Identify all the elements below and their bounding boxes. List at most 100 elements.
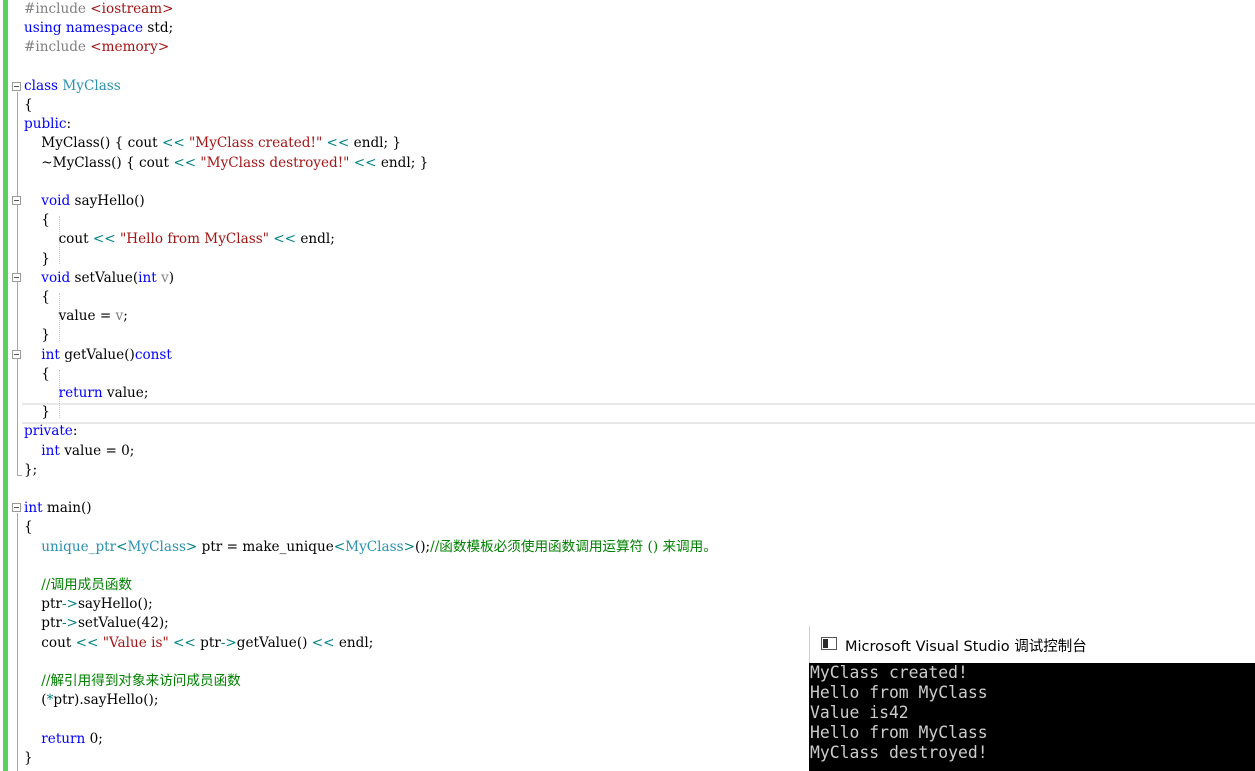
code-token: //函数模板必须使用函数调用运算符 () 来调用。 bbox=[430, 539, 717, 555]
code-line[interactable]: int getValue()const bbox=[24, 346, 172, 365]
code-token: ptr = make_unique bbox=[197, 539, 334, 555]
code-token: -> bbox=[61, 615, 78, 631]
console-titlebar[interactable]: Microsoft Visual Studio 调试控制台 bbox=[809, 626, 1255, 663]
code-token: ~MyClass() { cout bbox=[24, 155, 174, 171]
code-line[interactable]: using namespace std; bbox=[24, 19, 173, 38]
code-line[interactable]: //解引用得到对象来访问成员函数 bbox=[24, 672, 241, 691]
code-line[interactable]: { bbox=[24, 288, 50, 307]
code-line[interactable]: }; bbox=[24, 461, 37, 480]
code-token: value = bbox=[24, 308, 116, 324]
code-token: cout bbox=[24, 635, 76, 651]
code-token: ( bbox=[24, 692, 47, 708]
code-token: sayHello() bbox=[70, 193, 145, 209]
code-token: ) bbox=[168, 270, 175, 286]
code-line[interactable]: } bbox=[24, 403, 50, 422]
fold-toggle-main-icon[interactable] bbox=[12, 503, 21, 512]
code-token: value = 0; bbox=[59, 443, 135, 459]
code-token: ; bbox=[123, 308, 128, 324]
code-line[interactable]: return 0; bbox=[24, 730, 103, 749]
code-line[interactable]: cout << "Hello from MyClass" << endl; bbox=[24, 230, 335, 249]
code-line[interactable]: { bbox=[24, 211, 50, 230]
code-token: getValue() bbox=[236, 635, 312, 651]
code-token: { bbox=[24, 519, 33, 535]
fold-toggle-getvalue-icon[interactable] bbox=[12, 350, 21, 359]
code-token: MyClass bbox=[127, 539, 186, 555]
fold-toggle-setvalue-icon[interactable] bbox=[12, 273, 21, 282]
code-token: return bbox=[58, 385, 103, 401]
code-token: sayHello(); bbox=[77, 596, 153, 612]
code-token: return bbox=[41, 731, 86, 747]
code-token: private bbox=[24, 423, 73, 439]
code-line[interactable]: int main() bbox=[24, 499, 92, 518]
code-token: #include bbox=[24, 39, 91, 55]
code-token: public bbox=[24, 116, 67, 132]
code-line[interactable]: unique_ptr<MyClass> ptr = make_unique<My… bbox=[24, 538, 717, 557]
console-output-line: Value is42 bbox=[810, 703, 909, 722]
code-token: }; bbox=[24, 462, 38, 478]
code-token: -> bbox=[61, 596, 78, 612]
code-token: endl; } bbox=[376, 155, 429, 171]
code-token: 0; bbox=[85, 731, 103, 747]
code-token: void bbox=[41, 193, 71, 209]
code-line[interactable]: MyClass() { cout << "MyClass created!" <… bbox=[24, 134, 401, 153]
debug-console-window[interactable]: Microsoft Visual Studio 调试控制台 MyClass cr… bbox=[809, 626, 1255, 771]
change-tracking-bar bbox=[3, 0, 8, 771]
code-token: void bbox=[41, 270, 71, 286]
code-line[interactable]: //调用成员函数 bbox=[24, 576, 132, 595]
code-token: : bbox=[66, 116, 72, 132]
code-line[interactable]: } bbox=[24, 326, 50, 345]
code-line[interactable]: private: bbox=[24, 422, 77, 441]
code-token: ptr bbox=[195, 635, 221, 651]
code-token: << bbox=[326, 135, 350, 151]
code-line[interactable]: int value = 0; bbox=[24, 442, 134, 461]
code-token: > bbox=[403, 539, 415, 555]
code-token: << bbox=[75, 635, 99, 651]
code-line[interactable]: ~MyClass() { cout << "MyClass destroyed!… bbox=[24, 154, 428, 173]
code-line[interactable]: } bbox=[24, 250, 50, 269]
code-token: MyClass bbox=[345, 539, 404, 555]
code-line[interactable]: class MyClass bbox=[24, 77, 121, 96]
code-token: cout bbox=[24, 231, 93, 247]
code-line[interactable]: value = v; bbox=[24, 307, 128, 326]
code-line[interactable]: #include <memory> bbox=[24, 38, 169, 57]
code-token: << bbox=[311, 635, 335, 651]
code-token: } bbox=[24, 750, 33, 766]
code-line[interactable]: public: bbox=[24, 115, 71, 134]
code-token: //解引用得到对象来访问成员函数 bbox=[41, 673, 241, 689]
code-token: #include bbox=[24, 1, 91, 17]
code-token: int bbox=[138, 270, 157, 286]
code-token: "Hello from MyClass" bbox=[120, 231, 269, 247]
code-line[interactable]: return value; bbox=[24, 384, 149, 403]
code-token: << bbox=[173, 155, 197, 171]
code-token: : bbox=[72, 423, 78, 439]
code-token: << bbox=[161, 135, 185, 151]
code-line[interactable]: (*ptr).sayHello(); bbox=[24, 691, 158, 710]
code-line[interactable]: ptr->setValue(42); bbox=[24, 614, 168, 633]
fold-toggle-sayhello-icon[interactable] bbox=[12, 196, 21, 205]
code-token: { bbox=[24, 97, 33, 113]
code-line[interactable]: void sayHello() bbox=[24, 192, 145, 211]
fold-toggle-class-icon[interactable] bbox=[12, 82, 21, 91]
console-output[interactable]: MyClass created! Hello from MyClass Valu… bbox=[809, 663, 1255, 771]
code-line[interactable]: { bbox=[24, 518, 33, 537]
code-line[interactable]: { bbox=[24, 365, 50, 384]
code-token: v bbox=[161, 270, 169, 286]
code-line[interactable]: ptr->sayHello(); bbox=[24, 595, 153, 614]
code-token: } bbox=[24, 327, 50, 343]
console-output-line: MyClass created! bbox=[810, 663, 968, 682]
code-line[interactable]: } bbox=[24, 749, 33, 768]
console-output-line: Hello from MyClass bbox=[810, 723, 988, 742]
code-line[interactable]: #include <iostream> bbox=[24, 0, 174, 19]
code-token: { bbox=[24, 212, 50, 228]
code-token: > bbox=[185, 539, 198, 555]
code-token: endl; bbox=[296, 231, 335, 247]
code-token: class bbox=[24, 78, 63, 94]
code-line[interactable]: cout << "Value is" << ptr->getValue() <<… bbox=[24, 634, 373, 653]
code-line[interactable]: void setValue(int v) bbox=[24, 269, 174, 288]
code-line[interactable]: { bbox=[24, 96, 33, 115]
code-token: <memory> bbox=[90, 39, 170, 55]
code-token: std; bbox=[147, 20, 174, 36]
